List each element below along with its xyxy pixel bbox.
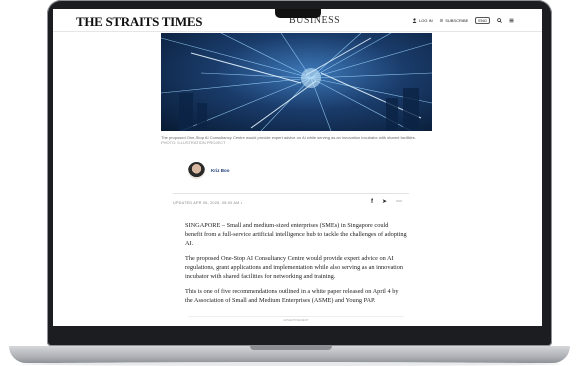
search-icon[interactable] [497, 18, 502, 23]
article-paragraph: This is one of five recommendations outl… [185, 288, 399, 304]
login-link[interactable]: LOG IN [412, 18, 433, 23]
article-paragraph: The proposed One-Stop AI Consultancy Cen… [185, 255, 404, 280]
share-bar: f ➤ ⋯ [371, 199, 402, 205]
subscribe-label: SUBSCRIBE [445, 18, 469, 23]
header-actions: LOG IN ☰ SUBSCRIBE ENG [412, 17, 514, 24]
base-notch [250, 346, 332, 350]
hero-caption: The proposed One-Stop AI Consultancy Cen… [161, 135, 432, 145]
author-name[interactable]: Kriz Boo [211, 168, 230, 173]
subscribe-link[interactable]: ☰ SUBSCRIBE [440, 18, 469, 23]
caption-credit: PHOTO: ILLUSTRATION PROJECT [161, 140, 226, 145]
camera-notch [275, 9, 321, 18]
hero-image [161, 33, 432, 131]
laptop-shadow [20, 362, 560, 366]
login-label: LOG IN [419, 18, 433, 23]
byline-divider [173, 193, 409, 194]
author-avatar[interactable] [188, 162, 205, 179]
facebook-icon[interactable]: f [371, 199, 373, 205]
subscribe-icon: ☰ [439, 18, 444, 23]
updated-timestamp: UPDATED APR 06, 2025, 05:00 AM • [173, 201, 243, 205]
edition-selector[interactable]: ENG [475, 17, 490, 24]
user-icon [412, 18, 417, 23]
light-streaks-graphic [161, 33, 432, 131]
more-icon[interactable]: ⋯ [396, 199, 402, 205]
browser-screen: THE STRAITS TIMES BUSINESS LOG IN ☰ SUBS… [53, 9, 542, 326]
advertisement-label: ADVERTISEMENT [188, 316, 404, 323]
site-logo[interactable]: THE STRAITS TIMES [76, 14, 202, 30]
menu-icon[interactable] [509, 18, 514, 23]
author-byline[interactable]: Kriz Boo [188, 162, 230, 179]
telegram-icon[interactable]: ➤ [382, 199, 387, 205]
article-paragraph: SINGAPORE – Small and medium-sized enter… [185, 222, 407, 247]
article-body: SINGAPORE – Small and medium-sized enter… [185, 221, 407, 311]
